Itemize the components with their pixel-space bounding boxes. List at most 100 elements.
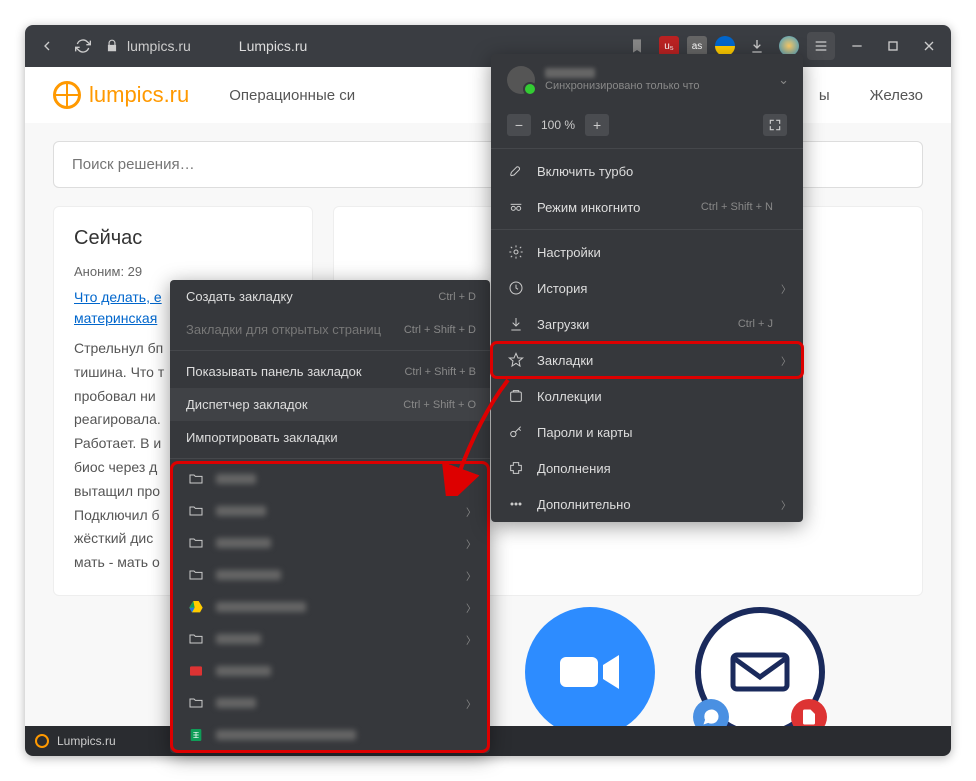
shortcut-text: Ctrl + J [738,318,773,330]
chevron-right-icon: 〉 [466,472,476,487]
bookmark-item[interactable] [172,719,488,751]
titlebar: lumpics.ru Lumpics.ru u₅ as [25,25,951,67]
zoom-in-button[interactable]: + [585,114,609,136]
menu-history-label: История [537,281,587,296]
menu-button[interactable] [807,32,835,60]
shortcut-text: Ctrl + D [438,291,476,303]
close-button[interactable] [915,32,943,60]
chevron-right-icon: 〉 [466,568,476,583]
app-icon [188,663,204,679]
menu-bookmarks-label: Закладки [537,353,593,368]
ext-weather-icon[interactable] [779,36,799,56]
sheets-icon [188,727,204,743]
zoom-row: − 100 % + [491,106,803,144]
chevron-right-icon: 〉 [781,281,791,296]
shortcut-text: Ctrl + Shift + N [701,201,773,213]
rocket-icon [507,162,525,180]
zoom-value: 100 % [541,118,575,132]
star-icon [507,351,525,369]
mail-app-icon[interactable] [695,607,825,726]
bookmark-folder[interactable]: 〉 [172,687,488,719]
bookmark-folder[interactable]: 〉 [172,559,488,591]
menu-downloads[interactable]: Загрузки Ctrl + J [491,306,803,342]
minimize-button[interactable] [843,32,871,60]
menu-turbo-label: Включить турбо [537,164,633,179]
sm-show-bar[interactable]: Показывать панель закладок Ctrl + Shift … [170,355,490,388]
chevron-right-icon: 〉 [466,600,476,615]
lastfm-icon[interactable]: as [687,36,707,56]
site-logo[interactable]: lumpics.ru [53,81,189,109]
collections-icon [507,387,525,405]
avatar-icon [507,66,535,94]
bookmark-folder[interactable]: 〉 [172,623,488,655]
bookmark-folder[interactable]: 〉 [172,527,488,559]
folder-icon [188,695,204,711]
zoom-app-icon[interactable] [525,607,655,726]
sm-label: Закладки для открытых страниц [186,322,381,337]
url-box[interactable]: lumpics.ru [105,38,191,54]
chevron-right-icon: 〉 [466,696,476,711]
menu-history[interactable]: История 〉 [491,270,803,306]
nav-os[interactable]: Операционные си [229,87,355,104]
menu-bookmarks[interactable]: Закладки 〉 [491,342,803,378]
sm-open-tabs: Закладки для открытых страниц Ctrl + Shi… [170,313,490,346]
chevron-right-icon: 〉 [781,497,791,512]
nav-hardware[interactable]: Железо [870,87,923,104]
logo-text: lumpics.ru [89,82,189,108]
sm-import[interactable]: Импортировать закладки [170,421,490,454]
back-button[interactable] [33,32,61,60]
folder-icon [188,471,204,487]
fullscreen-button[interactable] [763,114,787,136]
bookmark-folder[interactable]: 〉 [172,495,488,527]
menu-settings[interactable]: Настройки [491,234,803,270]
menu-passwords[interactable]: Пароли и карты [491,414,803,450]
menu-more[interactable]: Дополнительно 〉 [491,486,803,522]
chevron-right-icon: 〉 [466,632,476,647]
url-text: lumpics.ru [127,38,191,54]
ext-ua-icon[interactable] [715,36,735,56]
chevron-right-icon: 〉 [781,353,791,368]
sync-row[interactable]: Синхронизировано только что ⌄ [491,54,803,106]
ublock-icon[interactable]: u₅ [659,36,679,56]
download-icon [507,315,525,333]
menu-addons[interactable]: Дополнения [491,450,803,486]
card-link1[interactable]: Что делать, е [74,289,162,305]
menu-turbo[interactable]: Включить турбо [491,153,803,189]
menu-more-label: Дополнительно [537,497,631,512]
sm-label: Показывать панель закладок [186,364,362,379]
bookmark-item[interactable] [172,655,488,687]
bookmark-folder[interactable]: 〉 [172,463,488,495]
maximize-button[interactable] [879,32,907,60]
menu-incognito-label: Режим инкогнито [537,200,640,215]
card-link2[interactable]: материнская [74,310,157,326]
taskbar-icon [35,734,49,748]
logo-icon [53,81,81,109]
folder-icon [188,503,204,519]
mask-icon [507,198,525,216]
dots-icon [507,495,525,513]
bookmark-folder[interactable]: 〉 [172,591,488,623]
reload-button[interactable] [69,32,97,60]
chevron-down-icon: ⌄ [778,72,789,88]
bookmarks-submenu: Создать закладку Ctrl + D Закладки для о… [170,280,490,753]
zoom-out-button[interactable]: − [507,114,531,136]
chevron-right-icon: 〉 [466,504,476,519]
menu-incognito[interactable]: Режим инкогнито Ctrl + Shift + N [491,189,803,225]
menu-addons-label: Дополнения [537,461,611,476]
nav-fragment[interactable]: ы [819,87,830,104]
chevron-right-icon: 〉 [466,536,476,551]
sync-status: Синхронизировано только что [545,80,699,92]
menu-passwords-label: Пароли и карты [537,425,633,440]
site-header: lumpics.ru Операционные си ы Железо [25,67,951,123]
folder-icon [188,567,204,583]
sm-label: Импортировать закладки [186,430,338,445]
gear-icon [507,243,525,261]
menu-collections[interactable]: Коллекции [491,378,803,414]
shortcut-text: Ctrl + Shift + O [403,399,476,411]
folder-icon [188,535,204,551]
sm-bookmark-manager[interactable]: Диспетчер закладок Ctrl + Shift + O [170,388,490,421]
sm-label: Диспетчер закладок [186,397,308,412]
shortcut-text: Ctrl + Shift + B [404,366,476,378]
taskbar-label[interactable]: Lumpics.ru [57,734,116,748]
sm-create-bookmark[interactable]: Создать закладку Ctrl + D [170,280,490,313]
